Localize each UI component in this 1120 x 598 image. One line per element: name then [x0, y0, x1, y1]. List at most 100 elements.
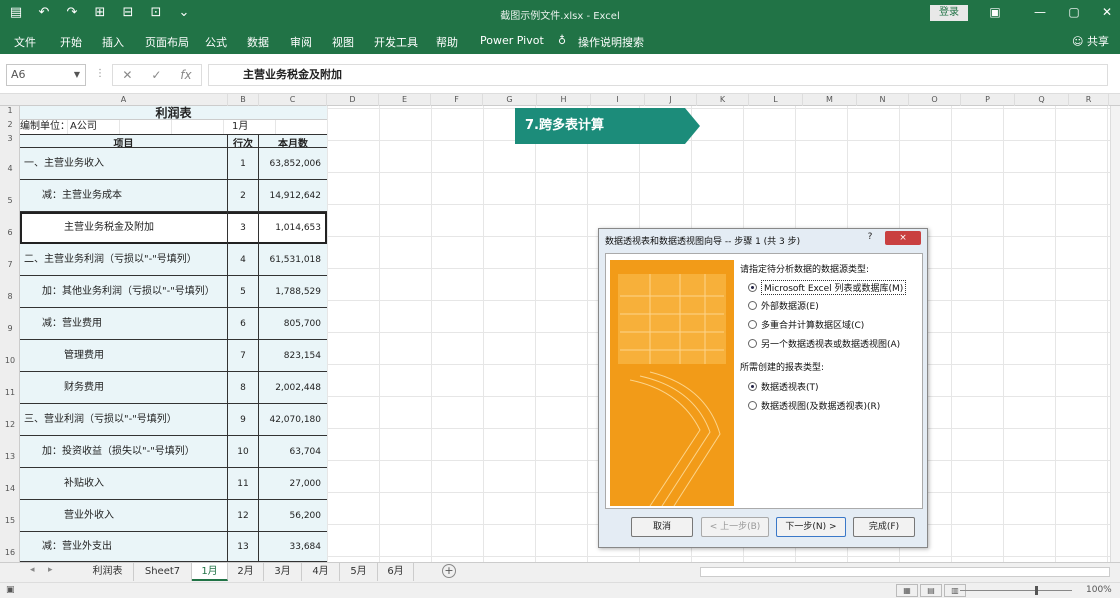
header-amount[interactable]: 本月数: [259, 135, 327, 147]
row-header[interactable]: 12: [0, 420, 20, 429]
column-header[interactable]: D: [327, 94, 379, 106]
cell-item[interactable]: 管理费用: [20, 340, 228, 372]
cell-line[interactable]: 11: [228, 468, 259, 500]
cell-item-active[interactable]: 主营业务税金及附加: [20, 212, 228, 244]
sheet-tab[interactable]: Sheet7: [134, 563, 192, 581]
radio-icon[interactable]: [748, 301, 757, 310]
cell-amount[interactable]: 1,788,529: [259, 276, 327, 308]
cell-line[interactable]: 4: [228, 244, 259, 276]
page-layout-view-icon[interactable]: ▤: [920, 584, 942, 597]
tab-file[interactable]: 文件: [14, 34, 36, 50]
cell-amount[interactable]: 33,684: [259, 532, 327, 562]
row-header[interactable]: 14: [0, 484, 20, 493]
column-header[interactable]: I: [591, 94, 645, 106]
section-banner[interactable]: 7.跨多表计算: [515, 108, 700, 144]
tab-developer[interactable]: 开发工具: [374, 34, 418, 50]
share-button[interactable]: ☺ 共享: [1072, 33, 1109, 49]
zoom-slider-handle[interactable]: [1035, 586, 1038, 595]
cell-amount[interactable]: 42,070,180: [259, 404, 327, 436]
name-box[interactable]: A6 ▼: [6, 64, 86, 86]
column-header[interactable]: P: [961, 94, 1015, 106]
radio-icon[interactable]: [748, 382, 757, 391]
tab-data[interactable]: 数据: [247, 34, 269, 50]
column-header[interactable]: O: [909, 94, 961, 106]
row-header[interactable]: 3: [0, 134, 20, 143]
cell-item[interactable]: 补贴收入: [20, 468, 228, 500]
maximize-icon[interactable]: ▢: [1064, 5, 1084, 19]
cell-amount[interactable]: 2,002,448: [259, 372, 327, 404]
sheet-tab[interactable]: 2月: [228, 563, 264, 581]
cell-line[interactable]: 8: [228, 372, 259, 404]
column-header[interactable]: E: [379, 94, 431, 106]
row-header[interactable]: 16: [0, 548, 20, 557]
table-title[interactable]: 利润表: [20, 106, 327, 120]
unit-label[interactable]: 编制单位：A公司: [20, 120, 228, 134]
minimize-icon[interactable]: —: [1030, 5, 1050, 19]
column-header[interactable]: L: [749, 94, 803, 106]
row-header[interactable]: 4: [0, 164, 20, 173]
close-button[interactable]: ×: [885, 231, 921, 245]
column-header[interactable]: G: [483, 94, 537, 106]
cell-amount[interactable]: 61,531,018: [259, 244, 327, 276]
chevron-down-icon[interactable]: ▼: [74, 65, 80, 85]
cell-item[interactable]: 减：主营业务成本: [20, 180, 228, 212]
tell-me-search[interactable]: 操作说明搜索: [578, 34, 644, 50]
cell-amount[interactable]: 1,014,653: [259, 212, 327, 244]
source-option-consolidation[interactable]: 多重合并计算数据区域(C): [748, 318, 864, 331]
header-item[interactable]: 项目: [20, 135, 228, 147]
cell-item[interactable]: 一、主营业务收入: [20, 148, 228, 180]
cell-item[interactable]: 三、营业利润（亏损以"-"号填列）: [20, 404, 228, 436]
column-header[interactable]: R: [1069, 94, 1109, 106]
column-header[interactable]: F: [431, 94, 483, 106]
column-header[interactable]: N: [857, 94, 909, 106]
cell-item[interactable]: 加：其他业务利润（亏损以"-"号填列）: [20, 276, 228, 308]
row-header[interactable]: 6: [0, 228, 20, 237]
normal-view-icon[interactable]: ▦: [896, 584, 918, 597]
month-label[interactable]: 1月: [232, 120, 262, 134]
formula-input[interactable]: 主营业务税金及附加: [208, 64, 1108, 86]
row-header[interactable]: 8: [0, 292, 20, 301]
cell-line[interactable]: 6: [228, 308, 259, 340]
column-header[interactable]: H: [537, 94, 591, 106]
cancel-button[interactable]: 取消: [631, 517, 693, 537]
sheet-tab[interactable]: 利润表: [82, 563, 134, 581]
row-header[interactable]: 15: [0, 516, 20, 525]
report-option-pivot-table[interactable]: 数据透视表(T): [748, 380, 819, 393]
ribbon-display-icon[interactable]: ▣: [985, 5, 1005, 19]
cell-line[interactable]: 7: [228, 340, 259, 372]
tab-page-layout[interactable]: 页面布局: [145, 34, 189, 50]
cell-line[interactable]: 1: [228, 148, 259, 180]
column-header[interactable]: M: [803, 94, 857, 106]
radio-icon[interactable]: [748, 320, 757, 329]
radio-icon[interactable]: [748, 283, 757, 292]
tab-review[interactable]: 审阅: [290, 34, 312, 50]
cell-amount[interactable]: 56,200: [259, 500, 327, 532]
zoom-level[interactable]: 100%: [1086, 585, 1112, 595]
sheet-tab[interactable]: 4月: [302, 563, 340, 581]
cell-line[interactable]: 2: [228, 180, 259, 212]
cell-item[interactable]: 减：营业外支出: [20, 532, 228, 562]
sheet-tab[interactable]: 5月: [340, 563, 378, 581]
cell-line[interactable]: 3: [228, 212, 259, 244]
header-line[interactable]: 行次: [228, 135, 259, 147]
cell-amount[interactable]: 823,154: [259, 340, 327, 372]
close-icon[interactable]: ✕: [1097, 5, 1117, 19]
cancel-icon[interactable]: ✕: [122, 68, 132, 82]
column-header[interactable]: C: [259, 94, 327, 106]
cell-line[interactable]: 12: [228, 500, 259, 532]
row-header[interactable]: 11: [0, 388, 20, 397]
cell-item[interactable]: 减：营业费用: [20, 308, 228, 340]
sheet-next-icon[interactable]: ▸: [48, 565, 53, 575]
tab-power-pivot[interactable]: Power Pivot: [480, 34, 544, 47]
radio-icon[interactable]: [748, 401, 757, 410]
horizontal-scrollbar[interactable]: [700, 567, 1110, 577]
row-header[interactable]: 2: [0, 120, 20, 129]
cell-line[interactable]: 5: [228, 276, 259, 308]
source-option-another-pivot[interactable]: 另一个数据透视表或数据透视图(A): [748, 337, 900, 350]
back-button[interactable]: < 上一步(B): [701, 517, 769, 537]
cell-item[interactable]: 营业外收入: [20, 500, 228, 532]
column-header[interactable]: Q: [1015, 94, 1069, 106]
finish-button[interactable]: 完成(F): [853, 517, 915, 537]
column-header[interactable]: J: [645, 94, 697, 106]
sheet-prev-icon[interactable]: ◂: [30, 565, 35, 575]
